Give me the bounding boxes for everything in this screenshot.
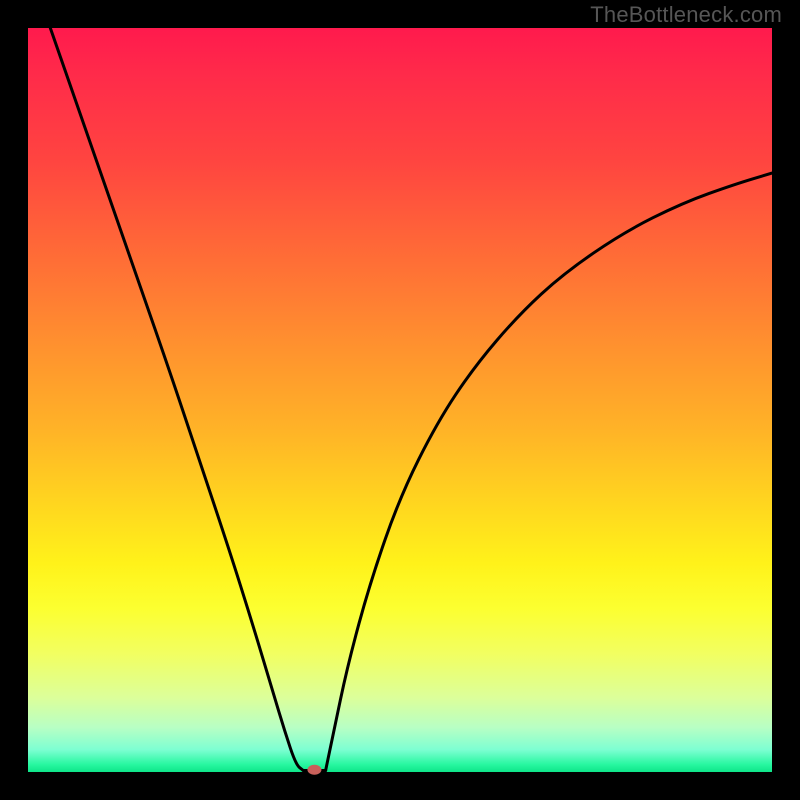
curve-layer <box>28 28 772 772</box>
valley-marker <box>307 765 321 775</box>
chart-frame: TheBottleneck.com <box>0 0 800 800</box>
plot-area <box>28 28 772 772</box>
left-branch-curve <box>50 28 303 771</box>
watermark-text: TheBottleneck.com <box>590 2 782 28</box>
right-branch-curve <box>326 173 772 770</box>
